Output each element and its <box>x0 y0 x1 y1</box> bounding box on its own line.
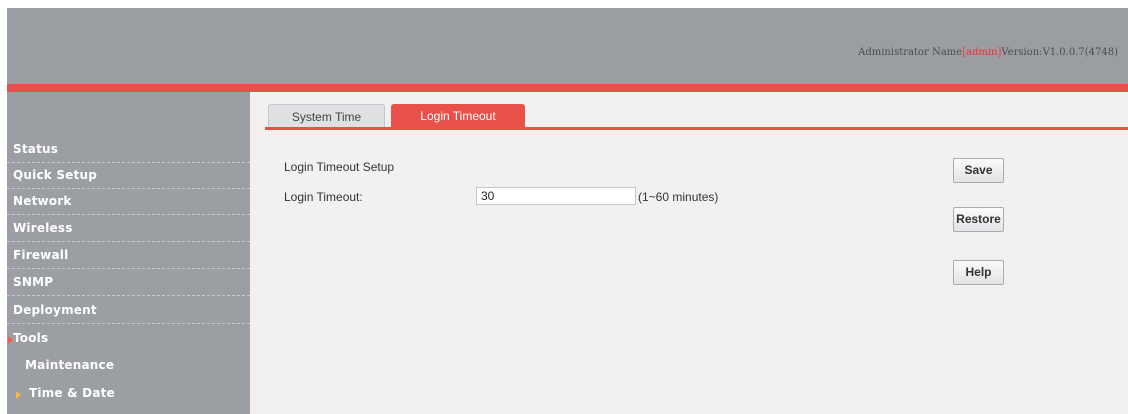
sidebar-item-label: SNMP <box>13 275 54 289</box>
version-text: Version:V1.0.0.7(4748) <box>1001 47 1118 58</box>
sidebar-item-network[interactable]: Network <box>7 189 250 215</box>
header-accent-band <box>7 84 1128 92</box>
sidebar-item-tools[interactable]: Tools <box>7 326 250 352</box>
tab-label: System Time <box>291 110 362 124</box>
sidebar-item-label: Deployment <box>13 303 97 317</box>
sidebar-subitem-maintenance[interactable]: Maintenance <box>7 353 250 379</box>
timeout-range-hint: (1~60 minutes) <box>638 190 719 204</box>
sidebar-item-label: Time & Date <box>29 386 115 400</box>
sidebar-item-label: Maintenance <box>25 358 115 372</box>
tab-login-timeout[interactable]: Login Timeout <box>391 104 525 128</box>
top-header: Administrator Name[admin]Version:V1.0.0.… <box>7 8 1128 84</box>
admin-name: admin <box>965 47 998 58</box>
help-button[interactable]: Help <box>953 260 1004 285</box>
header-info: Administrator Name[admin]Version:V1.0.0.… <box>858 47 1118 58</box>
sidebar-item-quick-setup[interactable]: Quick Setup <box>7 163 250 189</box>
sidebar-item-label: Quick Setup <box>13 168 97 182</box>
login-timeout-input[interactable] <box>476 187 636 205</box>
tab-system-time[interactable]: System Time <box>268 104 385 128</box>
login-timeout-label: Login Timeout: <box>284 190 363 204</box>
sidebar-item-status[interactable]: Status <box>7 137 250 163</box>
sidebar-item-label: Network <box>13 194 72 208</box>
sidebar-item-label: Status <box>13 142 59 156</box>
sidebar-item-label: Tools <box>13 331 49 345</box>
active-arrow-icon <box>16 391 21 399</box>
sidebar-item-label: Wireless <box>13 221 73 235</box>
save-button[interactable]: Save <box>953 158 1004 183</box>
sidebar-item-snmp[interactable]: SNMP <box>7 270 250 296</box>
restore-button[interactable]: Restore <box>953 207 1004 232</box>
sidebar-subitem-time-date[interactable]: Time & Date <box>7 381 250 407</box>
main-content <box>250 92 1128 414</box>
sidebar-item-label: Firewall <box>13 248 69 262</box>
admin-label: Administrator Name <box>858 47 963 58</box>
sidebar-item-wireless[interactable]: Wireless <box>7 216 250 242</box>
tab-label: Login Timeout <box>420 109 496 123</box>
tab-underline <box>265 127 1128 130</box>
sidebar-item-deployment[interactable]: Deployment <box>7 298 250 324</box>
sidebar: Status Quick Setup Network Wireless Fire… <box>7 92 250 414</box>
section-title: Login Timeout Setup <box>284 160 395 174</box>
sidebar-item-firewall[interactable]: Firewall <box>7 243 250 269</box>
